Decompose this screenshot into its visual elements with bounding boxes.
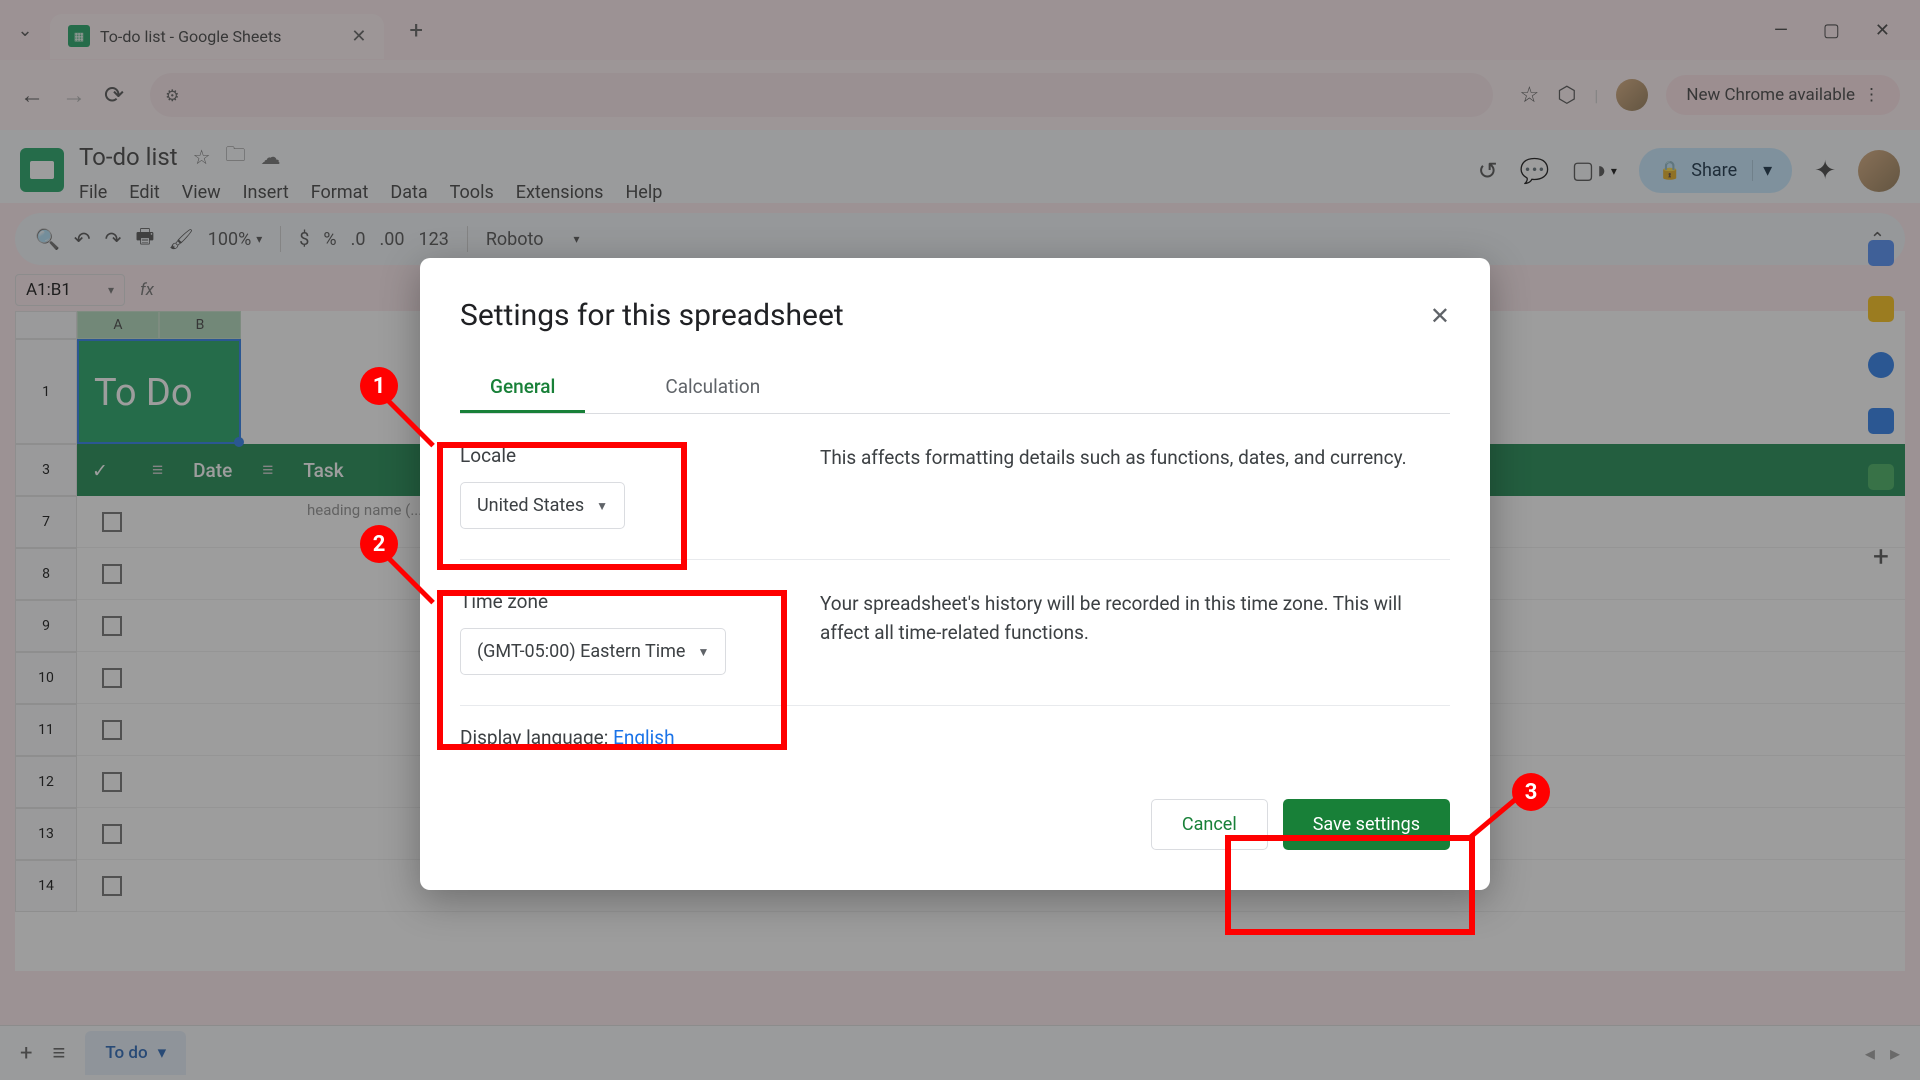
- locale-description: This affects formatting details such as …: [820, 444, 1450, 529]
- timezone-label: Time zone: [460, 590, 770, 613]
- annotation-badge-1: 1: [360, 367, 398, 405]
- annotation-badge-3: 3: [1512, 773, 1550, 811]
- locale-setting-row: Locale United States ▼ This affects form…: [460, 414, 1450, 560]
- language-link[interactable]: English: [613, 726, 674, 749]
- chevron-down-icon: ▼: [697, 645, 709, 659]
- save-settings-button[interactable]: Save settings: [1283, 799, 1450, 850]
- cancel-button[interactable]: Cancel: [1151, 799, 1268, 850]
- dialog-tabs: General Calculation: [460, 363, 1450, 414]
- display-language-row: Display language: English: [460, 706, 1450, 769]
- locale-dropdown[interactable]: United States ▼: [460, 482, 625, 529]
- dialog-title: Settings for this spreadsheet: [460, 298, 844, 333]
- annotation-badge-2: 2: [360, 525, 398, 563]
- tab-general[interactable]: General: [460, 363, 585, 413]
- timezone-description: Your spreadsheet's history will be recor…: [820, 590, 1450, 675]
- locale-label: Locale: [460, 444, 770, 467]
- chevron-down-icon: ▼: [596, 499, 608, 513]
- timezone-setting-row: Time zone (GMT-05:00) Eastern Time ▼ You…: [460, 560, 1450, 706]
- close-icon[interactable]: ✕: [1430, 302, 1450, 330]
- timezone-dropdown[interactable]: (GMT-05:00) Eastern Time ▼: [460, 628, 726, 675]
- settings-dialog: Settings for this spreadsheet ✕ General …: [420, 258, 1490, 890]
- tab-calculation[interactable]: Calculation: [635, 363, 790, 413]
